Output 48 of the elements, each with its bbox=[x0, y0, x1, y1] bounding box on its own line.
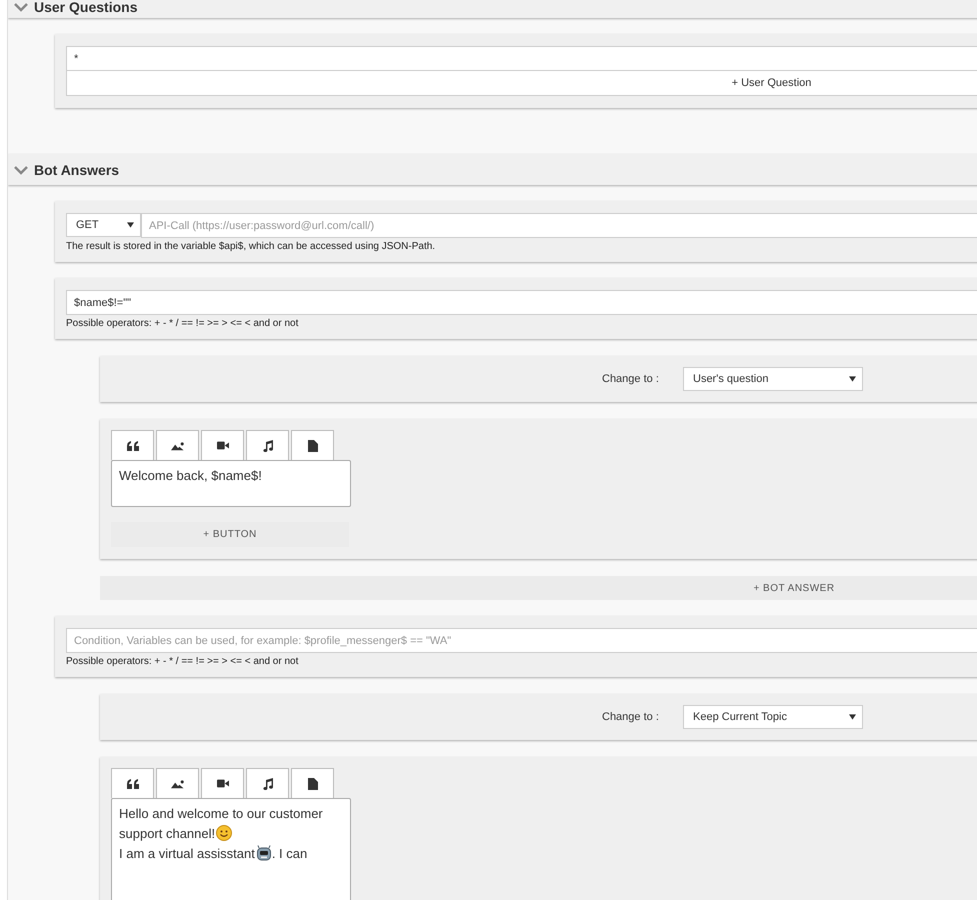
help-text: The result is stored in the variable $api$, which can be accessed using JSON-Path. bbox=[66, 241, 436, 252]
add-bot-answer-button[interactable]: + BOT ANSWER bbox=[100, 576, 977, 600]
quote-icon bbox=[126, 440, 140, 452]
file-icon bbox=[306, 440, 320, 452]
file-tab[interactable] bbox=[291, 430, 334, 460]
music-note-icon bbox=[260, 778, 274, 790]
change-label: Change to : bbox=[602, 711, 660, 723]
question-field[interactable]: * bbox=[66, 46, 977, 71]
add-question-button[interactable]: + User Question bbox=[66, 71, 977, 96]
quote-tab[interactable] bbox=[111, 768, 154, 798]
quote-icon bbox=[126, 778, 140, 790]
video-camera-icon bbox=[216, 441, 228, 450]
video-tab[interactable] bbox=[201, 430, 244, 460]
help-text: Possible operators: + - * / == != >= > <= < and or not bbox=[66, 656, 300, 667]
help-text: Possible operators: + - * / == != >= > <= < and or not bbox=[66, 318, 300, 329]
dropdown-arrow-icon bbox=[127, 222, 134, 228]
message-textarea[interactable]: Hello and welcome to our customer support channel! I am a virtual assisstant . I can bbox=[111, 798, 351, 900]
mountain-icon bbox=[170, 440, 184, 452]
topic-select[interactable]: Keep Current Topic bbox=[683, 705, 863, 729]
section-header[interactable]: Bot Answers bbox=[8, 154, 977, 185]
topic-select[interactable]: User's question bbox=[683, 367, 863, 391]
dropdown-arrow-icon bbox=[849, 376, 856, 382]
music-tab[interactable] bbox=[246, 430, 289, 460]
chevron-down-icon bbox=[14, 2, 28, 12]
condition-field[interactable]: $name$!="" bbox=[66, 290, 977, 315]
mountain-icon bbox=[170, 778, 184, 790]
add-button-button[interactable]: + BUTTON bbox=[111, 522, 349, 547]
image-tab[interactable] bbox=[156, 768, 199, 798]
section-title: Bot Answers bbox=[34, 162, 120, 178]
video-camera-icon bbox=[216, 779, 228, 788]
chevron-down-icon bbox=[14, 164, 28, 174]
section-title: User Questions bbox=[34, 0, 138, 15]
api-url-field[interactable]: API-Call (https://user:password@url.com/call/) bbox=[141, 213, 977, 238]
message-textarea[interactable]: Welcome back, $name$! bbox=[111, 460, 351, 507]
quote-tab[interactable] bbox=[111, 430, 154, 460]
change-label: Change to : bbox=[602, 373, 660, 385]
music-note-icon bbox=[260, 440, 274, 452]
music-tab[interactable] bbox=[246, 768, 289, 798]
smiley-emoji-icon bbox=[216, 825, 232, 841]
file-icon bbox=[306, 778, 320, 790]
video-tab[interactable] bbox=[201, 768, 244, 798]
image-tab[interactable] bbox=[156, 430, 199, 460]
file-tab[interactable] bbox=[291, 768, 334, 798]
section-header[interactable]: User Questions bbox=[8, 0, 977, 18]
dropdown-arrow-icon bbox=[849, 714, 856, 720]
robot-emoji-icon bbox=[256, 845, 272, 861]
method-select[interactable]: GET bbox=[66, 213, 141, 237]
condition-field[interactable]: Condition, Variables can be used, for example: $profile_messenger$ == "WA" bbox=[66, 628, 977, 653]
